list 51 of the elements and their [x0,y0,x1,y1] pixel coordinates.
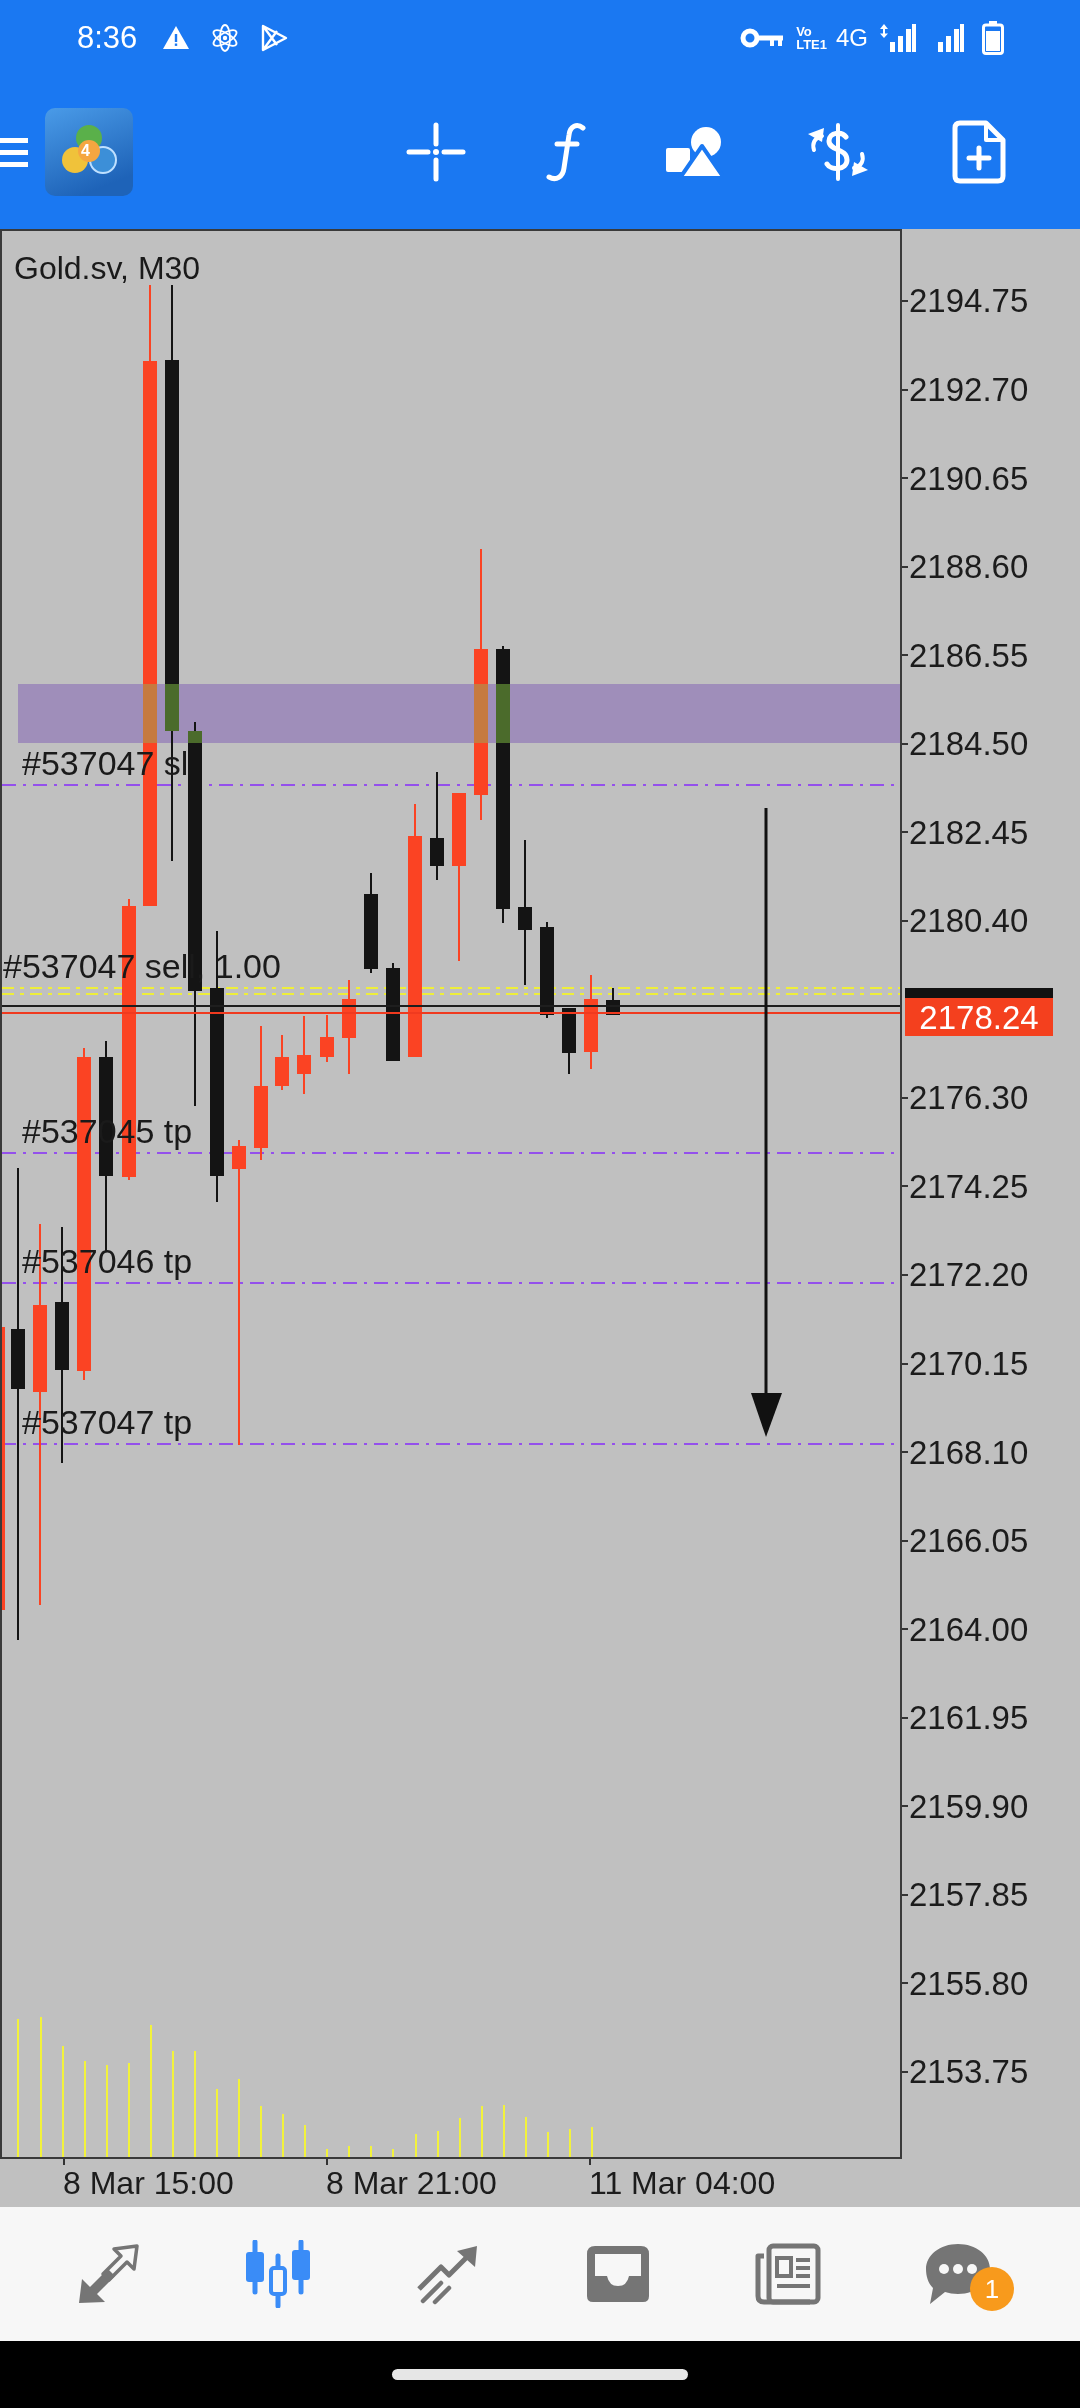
function-icon[interactable] [546,122,586,182]
battery-icon [982,20,1004,55]
price-label: 2190.65 [909,461,1029,495]
logo-number: 4 [81,143,90,159]
price-label: 2188.60 [909,550,1029,584]
clock: 8:36 [77,22,138,53]
price-label: 2161.95 [909,1701,1029,1735]
price-label: 2155.80 [909,1966,1029,2000]
unread-badge: 1 [970,2267,1014,2311]
candlestick [606,988,620,1015]
price-label: 2192.70 [909,373,1029,406]
price-label: 2182.45 [909,815,1029,849]
crosshair-icon[interactable] [406,122,466,182]
time-label: 8 Mar 21:00 [326,2165,497,2201]
price-label: 2170.15 [909,1347,1029,1380]
messages-tab[interactable]: 1 [918,2234,1016,2314]
price-label: 2164.00 [909,1612,1029,1646]
key-icon [740,26,785,49]
price-label: 2180.40 [909,904,1029,938]
current-price-tag: 2178.24 [905,998,1053,1036]
candlesticks-icon [243,2240,313,2308]
time-label: 8 Mar 15:00 [63,2165,234,2201]
price-label: 2168.10 [909,1435,1029,1469]
mobile-data-signal-icon [880,23,916,52]
price-label: 2176.30 [909,1081,1029,1115]
price-label: 2184.50 [909,727,1029,761]
shapes-icon[interactable] [666,126,724,178]
play-triangle-icon [259,22,290,53]
newspaper-icon [754,2242,822,2306]
price-label: 2186.55 [909,638,1029,672]
volte-label: Vo [796,24,812,38]
candlestick [562,1008,576,1074]
candlestick [275,1035,289,1090]
candlestick [320,1015,334,1062]
volte-label: LTE1 [796,37,827,51]
price-label: 2153.75 [909,2055,1029,2089]
atom-icon [211,22,240,53]
time-label: 11 Mar 04:00 [589,2165,776,2201]
warning-icon [163,26,190,49]
app-logo[interactable] [45,108,133,196]
chart-title: Gold.sv, M30 [14,252,201,284]
price-label: 2172.20 [909,1258,1029,1292]
price-label: 2159.90 [909,1789,1029,1823]
price-label: 2157.85 [909,1878,1029,1912]
new-file-icon[interactable] [952,120,1006,184]
network-type: 4G [836,25,868,50]
price-label: 2174.25 [909,1169,1029,1203]
inbox-tray-icon [585,2244,651,2304]
price-label: 2166.05 [909,1524,1029,1558]
price-label: 2194.75 [909,284,1029,318]
menu-icon[interactable] [0,136,28,168]
